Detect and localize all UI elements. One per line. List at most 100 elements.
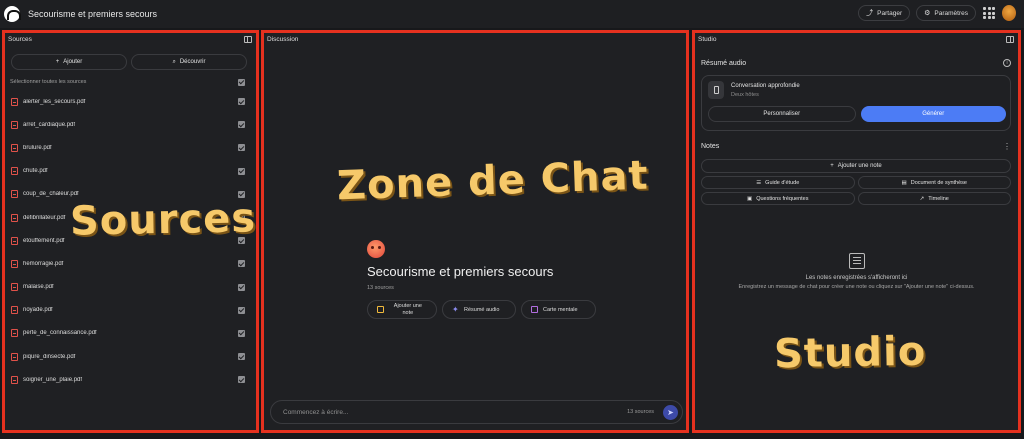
share-button[interactable]: ⤴ Partager [858,5,911,21]
audio-summary-action-button[interactable]: ✦ Résumé audio [442,300,516,319]
source-name: perte_de_connaissance.pdf [23,330,97,337]
pdf-icon [11,120,18,129]
chat-input[interactable] [283,408,628,416]
share-icon: ⤴ [866,10,874,17]
source-item[interactable]: coup_de_chaleur.pdf [5,183,256,206]
pdf-icon [11,143,18,152]
source-checkbox[interactable] [238,167,245,175]
conversation-title: Conversation approfondie [731,82,800,89]
source-checkbox[interactable] [238,144,245,152]
source-item[interactable]: etouffement.pdf [5,229,256,252]
discover-icon: ⌕ [172,58,176,65]
pdf-icon [11,352,18,361]
quick-actions: Ajouter une note ✦ Résumé audio Carte me… [367,300,627,319]
source-checkbox[interactable] [238,283,245,291]
source-checkbox[interactable] [238,214,245,222]
pdf-icon [11,190,18,199]
timeline-icon: ↗ [919,195,925,202]
conversation-subtitle: Deux hôtes [731,91,759,98]
share-label: Partager [877,9,903,17]
audio-summary-title: Résumé audio [701,59,747,67]
source-checkbox[interactable] [238,376,245,384]
source-item[interactable]: brulure.pdf [5,136,256,159]
source-item[interactable]: alerter_les_secours.pdf [5,90,256,113]
audio-card: Conversation approfondie Deux hôtes Pers… [701,75,1011,131]
source-item[interactable]: hemorragie.pdf [5,252,256,275]
more-options-icon[interactable]: ⋮ [1003,142,1011,151]
source-item[interactable]: malaise.pdf [5,276,256,299]
source-item[interactable]: soigner_une_plaie.pdf [5,368,256,391]
select-all-checkbox[interactable] [238,78,245,86]
briefing-doc-label: Document de synthèse [910,179,967,186]
top-actions: ⤴ Partager ⚙ Paramètres [858,5,1016,21]
empty-notes-title: Les notes enregistrées s'afficheront ici [805,275,908,281]
add-note-button[interactable]: + Ajouter une note [701,159,1011,173]
gear-icon: ⚙ [924,10,931,17]
source-checkbox[interactable] [238,353,245,361]
add-note-action-button[interactable]: Ajouter une note [367,300,437,319]
send-arrow-icon: ➤ [667,407,674,417]
source-item[interactable]: defibrillateur.pdf [5,206,256,229]
source-checkbox[interactable] [238,260,245,268]
studio-header: Studio [695,33,1018,45]
source-name: etouffement.pdf [23,237,65,244]
pdf-icon [11,329,18,338]
send-button[interactable]: ➤ [663,404,678,420]
pdf-icon [11,213,18,222]
app-logo[interactable] [4,6,21,22]
select-all-label: Sélectionner toutes les sources [10,79,87,85]
source-item[interactable]: chute.pdf [5,160,256,183]
add-source-button[interactable]: + Ajouter [11,54,127,70]
timeline-label: Timeline [928,195,949,202]
note-icon [377,306,384,313]
study-guide-button[interactable]: ☰ Guide d'étude [701,176,855,189]
plus-icon: + [830,163,834,169]
audio-buttons: Personnaliser Générer [708,106,1006,122]
plus-icon: + [55,59,60,65]
mind-map-action-button[interactable]: Carte mentale [521,300,596,319]
source-item[interactable]: piqure_dinsecte.pdf [5,345,256,368]
faq-button[interactable]: ▣ Questions fréquentes [701,192,855,205]
notebook-title[interactable]: Secourisme et premiers secours [28,9,157,19]
discover-button[interactable]: ⌕ Découvrir [131,54,247,70]
source-name: malaise.pdf [23,284,54,291]
info-icon[interactable]: i [1003,59,1011,67]
source-name: arret_cardiaque.pdf [23,121,76,128]
source-name: hemorragie.pdf [23,260,64,267]
customize-button[interactable]: Personnaliser [708,106,856,122]
avatar[interactable] [1002,5,1016,21]
collapse-panel-icon[interactable] [1006,35,1014,43]
select-all-row[interactable]: Sélectionner toutes les sources [5,76,256,88]
discover-label: Découvrir [179,59,206,65]
conversation-row: Conversation approfondie Deux hôtes [708,81,1006,99]
briefing-doc-button[interactable]: ▤ Document de synthèse [857,176,1011,189]
notebook-emoji-icon [367,240,385,258]
source-name: chute.pdf [23,168,48,175]
source-item[interactable]: noyade.pdf [5,299,256,322]
source-checkbox[interactable] [238,306,245,314]
apps-grid-icon[interactable] [982,6,996,20]
source-count: 13 sources [367,285,394,291]
source-checkbox[interactable] [238,121,245,129]
timeline-button[interactable]: ↗ Timeline [857,192,1011,205]
source-checkbox[interactable] [238,329,245,337]
discussion-panel: Discussion Secourisme et premiers secour… [261,30,689,433]
notes-header: Notes ⋮ [695,142,1018,151]
sparkle-icon: ✦ [452,305,459,314]
sources-panel: Sources + Ajouter ⌕ Découvrir Sélectionn… [2,30,259,433]
mind-map-action-label: Carte mentale [543,306,578,313]
source-checkbox[interactable] [238,98,245,106]
source-item[interactable]: arret_cardiaque.pdf [5,113,256,136]
generate-button[interactable]: Générer [860,106,1006,122]
pdf-icon [11,97,18,106]
source-checkbox[interactable] [238,190,245,198]
faq-label: Questions fréquentes [756,195,809,202]
source-item[interactable]: perte_de_connaissance.pdf [5,322,256,345]
studio-panel: Studio Résumé audio i Conversation appro… [692,30,1021,433]
source-name: coup_de_chaleur.pdf [23,191,79,198]
study-guide-label: Guide d'étude [765,179,800,186]
source-checkbox[interactable] [238,237,245,245]
settings-button[interactable]: ⚙ Paramètres [916,5,976,21]
chat-source-count: 13 sources [627,409,654,415]
collapse-panel-icon[interactable] [244,35,252,43]
